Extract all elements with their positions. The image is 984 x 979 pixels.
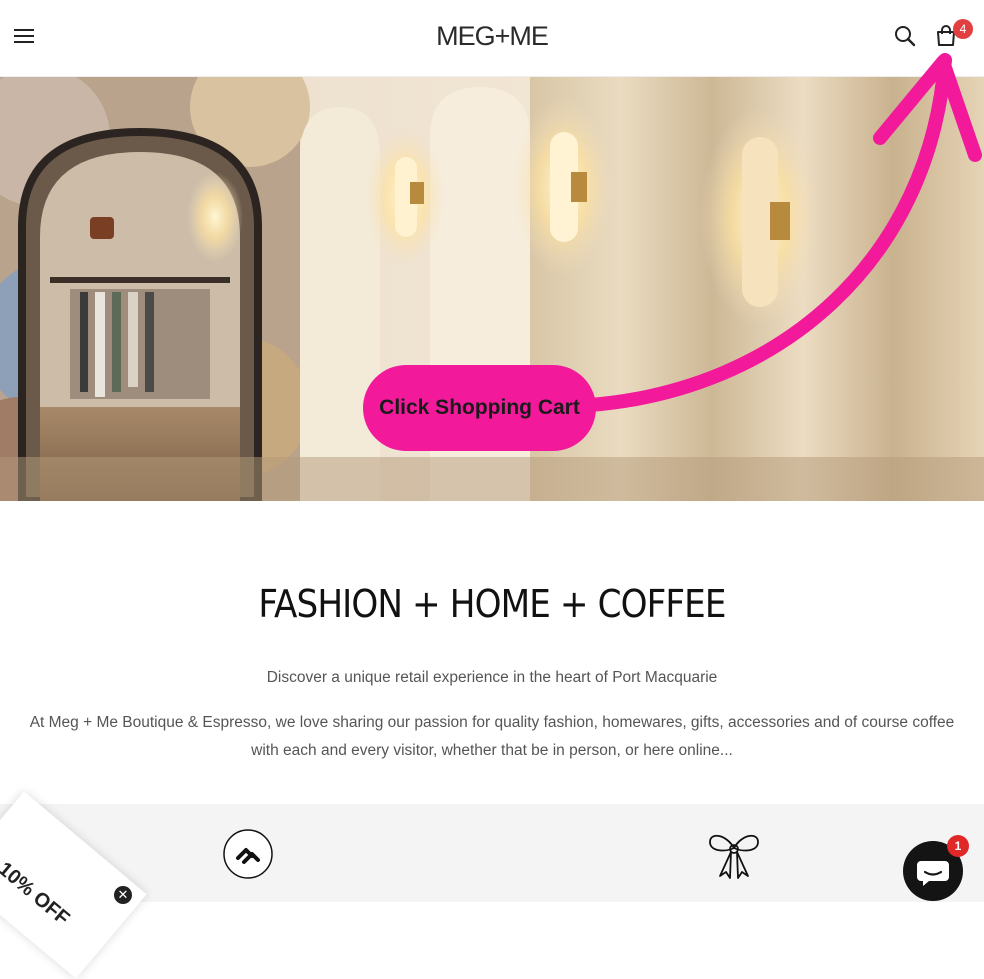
chat-notification-badge: 1 [947, 835, 969, 857]
gift-bow-icon [706, 828, 762, 880]
intro-subtitle: Discover a unique retail experience in t… [266, 669, 718, 686]
close-icon[interactable]: ✕ [114, 886, 132, 904]
click-shopping-cart-button[interactable]: Click Shopping Cart [363, 365, 596, 451]
cart-count-badge: 4 [953, 19, 973, 39]
site-logo[interactable]: MEG+ME [392, 18, 592, 54]
hamburger-menu-icon[interactable] [12, 24, 36, 48]
intro-body: At Meg + Me Boutique & Espresso, we love… [29, 714, 955, 759]
intro-title: FASHION + HOME + COFFEE [258, 582, 726, 626]
features-strip [0, 804, 984, 902]
afterpay-icon [222, 828, 274, 880]
search-icon[interactable] [893, 24, 917, 48]
site-header: MEG+ME 4 [0, 0, 984, 77]
